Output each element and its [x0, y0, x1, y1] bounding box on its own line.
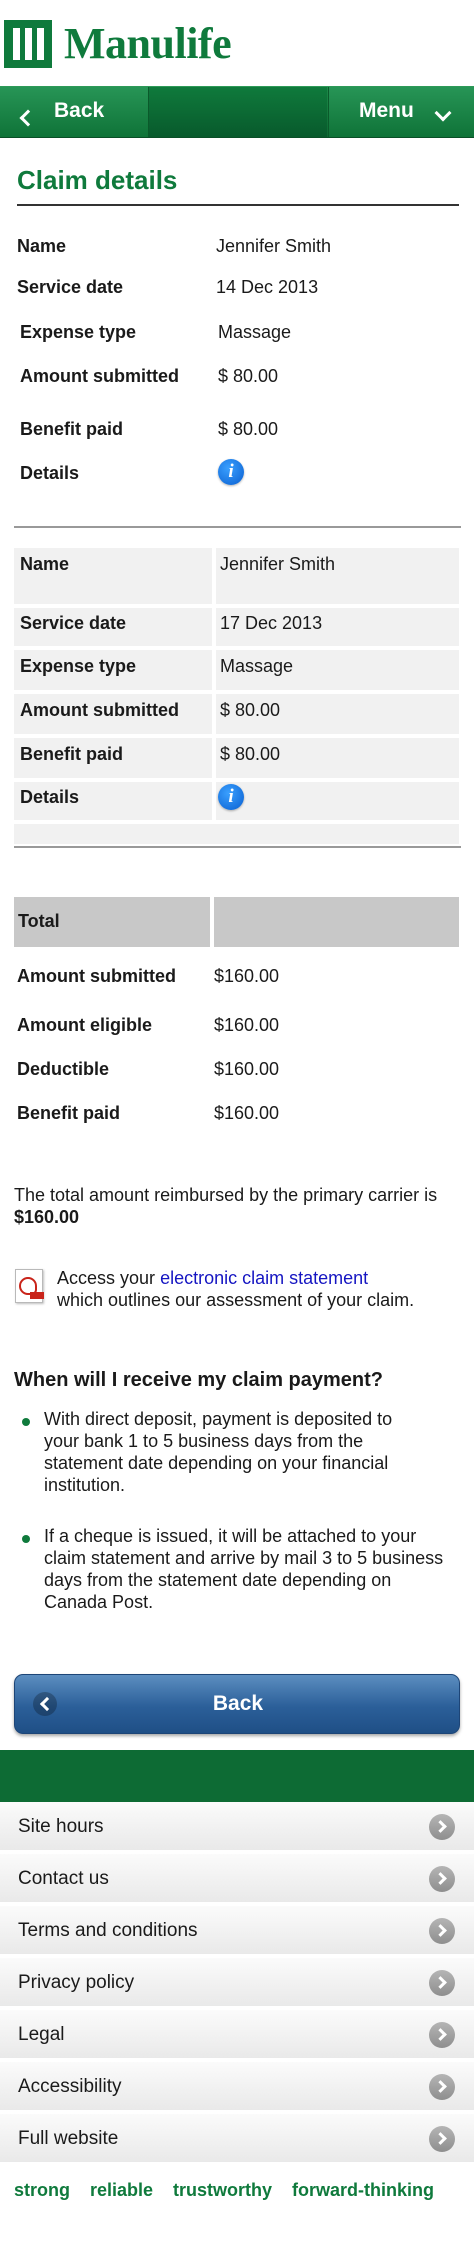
reimbursed-sentence: The total amount reimbursed by the prima… — [14, 1185, 438, 1205]
claim-field-label: Service date — [20, 613, 127, 633]
totals-value: $160.00 — [214, 966, 280, 986]
details-label: Details — [20, 787, 80, 807]
faq-question: When will I receive my claim payment? — [14, 1369, 384, 1391]
totals-label: Amount submitted — [17, 966, 176, 986]
claim-field-label: Expense type — [20, 656, 137, 676]
back-button-label: Back — [212, 1692, 264, 1715]
tagline-word: strong — [14, 2180, 70, 2200]
statement-text: Access your electronic claim statement w… — [57, 1267, 417, 1311]
claim-field-label: Amount submitted — [20, 700, 179, 720]
statement-suffix: which outlines our assessment of your cl… — [57, 1290, 415, 1310]
details-label: Details — [20, 463, 80, 483]
footer-item-contact-us[interactable]: Contact us — [0, 1854, 474, 1904]
footer-item-label: Accessibility — [18, 2076, 122, 2097]
claim-separator — [14, 526, 461, 528]
footer-item-full-website[interactable]: Full website — [0, 2114, 474, 2164]
totals-value: $160.00 — [214, 1059, 280, 1079]
pdf-icon[interactable] — [15, 1269, 44, 1303]
footer-item-label: Full website — [18, 2128, 119, 2149]
claim-field-label: Service date — [17, 277, 124, 297]
claim-field-value: Massage — [220, 656, 294, 676]
reimbursed-amount: $160.00 — [14, 1207, 80, 1227]
chevron-down-icon — [434, 101, 452, 125]
title-divider — [17, 204, 459, 206]
chevron-right-icon — [429, 2126, 455, 2152]
totals-label: Deductible — [17, 1059, 110, 1079]
claim-field-value: 14 Dec 2013 — [216, 277, 319, 297]
table-cell-bg — [14, 824, 459, 844]
faq-bullet: If a cheque is issued, it will be attach… — [44, 1526, 444, 1612]
bullet-icon — [22, 1535, 30, 1543]
claim-separator — [14, 846, 461, 848]
footer-item-label: Contact us — [18, 1868, 109, 1889]
footer-item-site-hours[interactable]: Site hours — [0, 1802, 474, 1852]
claim-field-value: Jennifer Smith — [220, 554, 336, 574]
claim-field-label: Name — [17, 236, 67, 256]
footer-item-accessibility[interactable]: Accessibility — [0, 2062, 474, 2112]
footer-item-terms[interactable]: Terms and conditions — [0, 1906, 474, 1956]
totals-label: Benefit paid — [17, 1103, 121, 1123]
info-icon[interactable]: i — [218, 459, 244, 485]
totals-header: Total — [14, 897, 459, 947]
nav-back-label: Back — [54, 99, 105, 122]
claim-field-value: $ 80.00 — [220, 700, 281, 720]
chevron-right-icon — [429, 1866, 455, 1892]
nav-menu-label: Menu — [359, 99, 414, 122]
claim-field-value: $ 80.00 — [218, 366, 279, 386]
totals-value: $160.00 — [214, 1103, 280, 1123]
claim-field-label: Benefit paid — [20, 744, 124, 764]
statement-prefix: Access your — [57, 1268, 156, 1288]
tagline-word: reliable — [90, 2180, 154, 2200]
claim-field-value: 17 Dec 2013 — [220, 613, 323, 633]
footer-item-label: Privacy policy — [18, 1972, 135, 1993]
claim-field-value: Jennifer Smith — [216, 236, 332, 256]
footer-item-privacy[interactable]: Privacy policy — [0, 1958, 474, 2008]
nav-back-button[interactable]: Back — [0, 87, 149, 137]
footer-item-label: Legal — [18, 2024, 65, 2045]
claim-field-value: $ 80.00 — [218, 419, 279, 439]
reimbursed-text: The total amount reimbursed by the prima… — [14, 1184, 454, 1228]
totals-label: Amount eligible — [17, 1015, 152, 1035]
back-button[interactable]: Back — [14, 1674, 460, 1734]
chevron-right-icon — [429, 2074, 455, 2100]
totals-header-divider — [210, 897, 214, 947]
nav-menu-button[interactable]: Menu — [328, 87, 474, 137]
chevron-left-icon — [19, 106, 37, 130]
brand-name: Manulife — [64, 19, 232, 68]
claim-field-label: Amount submitted — [20, 366, 179, 386]
chevron-right-icon — [429, 2022, 455, 2048]
manulife-logo-icon — [4, 20, 52, 68]
bullet-icon — [22, 1418, 30, 1426]
nav-center-bar — [149, 87, 327, 137]
claim-field-label: Expense type — [20, 322, 137, 342]
faq-bullet: With direct deposit, payment is deposite… — [44, 1409, 393, 1495]
brand-logo[interactable]: Manulife — [0, 0, 474, 86]
tagline-word: trustworthy — [173, 2180, 272, 2200]
footer-item-label: Site hours — [18, 1816, 104, 1837]
tagline-word: forward-thinking — [292, 2180, 434, 2200]
footer-band — [0, 1750, 474, 1802]
footer-item-legal[interactable]: Legal — [0, 2010, 474, 2060]
claim-statement-link[interactable]: electronic claim statement — [160, 1268, 368, 1288]
top-nav-bar: Back Menu — [0, 86, 474, 138]
page-title: Claim details — [17, 165, 178, 195]
claim-field-value: $ 80.00 — [220, 744, 281, 764]
footer-item-label: Terms and conditions — [18, 1920, 198, 1941]
totals-value: $160.00 — [214, 1015, 280, 1035]
chevron-right-icon — [429, 1970, 455, 1996]
chevron-right-icon — [429, 1918, 455, 1944]
claim-field-label: Benefit paid — [20, 419, 124, 439]
claim-field-value: Massage — [218, 322, 292, 342]
totals-header-label: Total — [18, 911, 60, 931]
chevron-right-icon — [429, 1814, 455, 1840]
claim-field-label: Name — [20, 554, 70, 574]
info-icon[interactable]: i — [218, 784, 244, 810]
table-cell-bg — [216, 782, 459, 820]
